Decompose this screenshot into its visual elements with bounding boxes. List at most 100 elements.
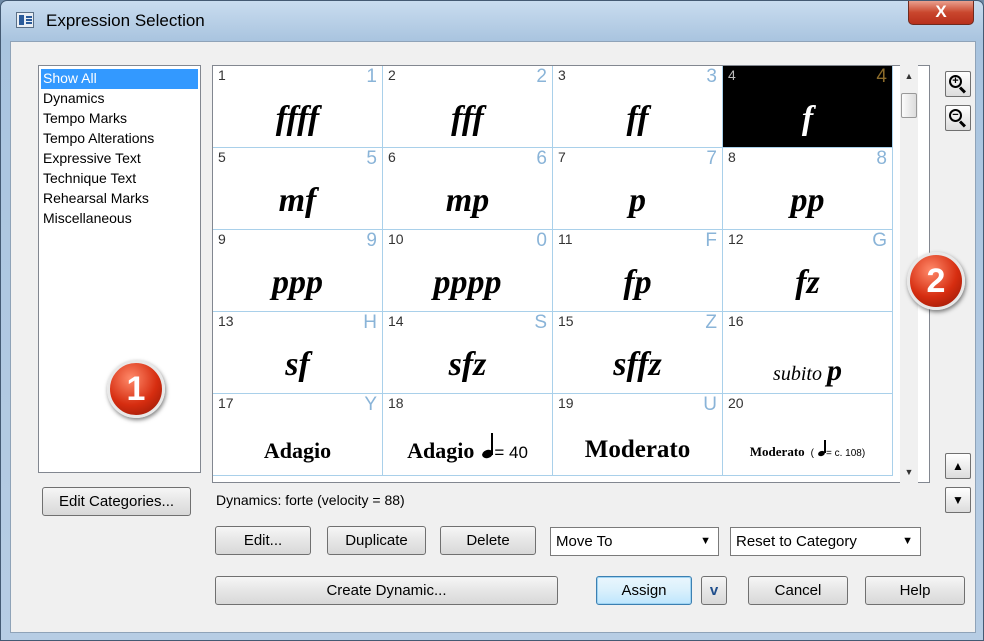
expression-cell[interactable]: 10 0 pppp — [383, 230, 553, 312]
cell-number: 14 — [388, 313, 404, 329]
expression-mark: Adagio — [213, 438, 382, 464]
help-button[interactable]: Help — [865, 576, 965, 605]
cell-shortcut-key: F — [705, 230, 717, 251]
category-item[interactable]: Tempo Marks — [41, 109, 198, 129]
cell-number: 4 — [728, 67, 736, 83]
cancel-button[interactable]: Cancel — [748, 576, 848, 605]
expression-grid[interactable]: 1 1 ffff 2 2 fff 3 3 ff 4 4 f 5 5 mf 6 6 mp 7 7 p 8 8 pp 9 9 ppp 10… — [212, 65, 930, 483]
zoom-out-icon: − — [949, 109, 967, 128]
tempo-text: Adagio — [407, 438, 475, 463]
category-item[interactable]: Tempo Alterations — [41, 129, 198, 149]
edit-button[interactable]: Edit... — [215, 526, 311, 555]
assign-button[interactable]: Assign — [596, 576, 692, 605]
tempo-text: Moderato — [584, 436, 691, 463]
tempo-text: Adagio — [263, 438, 332, 463]
status-text: Dynamics: forte (velocity = 88) — [216, 492, 405, 508]
quarter-note-icon — [818, 440, 826, 456]
move-to-select[interactable]: Move To ▼ — [550, 527, 719, 556]
expression-cell[interactable]: 4 4 f — [723, 66, 893, 148]
tempo-value: = 40 — [494, 443, 528, 462]
cell-shortcut-key: 1 — [366, 66, 377, 87]
cell-number: 3 — [558, 67, 566, 83]
expression-cell[interactable]: 13 Hsf — [213, 312, 383, 394]
cell-number: 7 — [558, 149, 566, 165]
expression-cell[interactable]: 15 Zsffz — [553, 312, 723, 394]
tempo-text: Moderato — [749, 444, 805, 459]
expression-cell[interactable]: 12 Gfz — [723, 230, 893, 312]
expression-cell[interactable]: 11 Ffp — [553, 230, 723, 312]
scroll-thumb[interactable] — [901, 93, 917, 118]
triangle-down-icon: ▼ — [952, 493, 964, 507]
expression-mark: fp — [623, 264, 652, 301]
expression-mark: f — [801, 100, 814, 137]
expression-cell[interactable]: 3 3 ff — [553, 66, 723, 148]
zoom-in-button[interactable]: + — [945, 71, 971, 97]
create-dynamic-button[interactable]: Create Dynamic... — [215, 576, 558, 605]
mark-prefix: subito — [773, 363, 822, 385]
cell-number: 19 — [558, 395, 574, 411]
title-bar[interactable]: Expression Selection X — [1, 1, 983, 41]
expression-mark: Adagio = 40 — [383, 433, 552, 464]
cell-number: 17 — [218, 395, 234, 411]
cell-number: 16 — [728, 313, 744, 329]
move-up-button[interactable]: ▲ — [945, 453, 971, 479]
tempo-paren: ( — [810, 448, 814, 459]
cell-number: 13 — [218, 313, 234, 329]
cell-shortcut-key: H — [363, 312, 377, 333]
edit-categories-button[interactable]: Edit Categories... — [42, 487, 191, 516]
expression-cell[interactable]: 17 Y Adagio — [213, 394, 383, 476]
expression-cell[interactable]: 16 subito p — [723, 312, 893, 394]
expression-cell[interactable]: 2 2 fff — [383, 66, 553, 148]
duplicate-button[interactable]: Duplicate — [327, 526, 426, 555]
cell-shortcut-key: Y — [364, 394, 377, 415]
expression-mark: sffz — [613, 346, 662, 383]
expression-cell[interactable]: 5 5 mf — [213, 148, 383, 230]
expression-cell[interactable]: 19 U Moderato — [553, 394, 723, 476]
category-item[interactable]: Miscellaneous — [41, 209, 198, 229]
category-item[interactable]: Rehearsal Marks — [41, 189, 198, 209]
cell-shortcut-key: U — [703, 394, 717, 415]
expression-cell[interactable]: 18 Adagio = 40 — [383, 394, 553, 476]
cell-number: 10 — [388, 231, 404, 247]
expression-mark: ppp — [272, 264, 323, 301]
expression-cell[interactable]: 9 9 ppp — [213, 230, 383, 312]
cell-number: 15 — [558, 313, 574, 329]
category-item[interactable]: Show All — [41, 69, 198, 89]
expression-cell[interactable]: 7 7 p — [553, 148, 723, 230]
reset-to-category-value: Reset to Category — [736, 533, 857, 550]
expression-mark: Moderato (= c. 108) — [723, 440, 892, 460]
cell-number: 6 — [388, 149, 396, 165]
scroll-down-arrow-icon[interactable]: ▼ — [900, 463, 918, 481]
assign-options-button[interactable]: v — [701, 576, 727, 605]
zoom-out-button[interactable]: − — [945, 105, 971, 131]
cell-shortcut-key: G — [872, 230, 887, 251]
expression-cell[interactable]: 14 Ssfz — [383, 312, 553, 394]
cell-shortcut-key: 4 — [876, 66, 887, 87]
callout-badge-1: 1 — [107, 360, 165, 418]
cell-number: 12 — [728, 231, 744, 247]
expression-mark: subito p — [723, 354, 892, 388]
reset-to-category-select[interactable]: Reset to Category ▼ — [730, 527, 921, 556]
triangle-up-icon: ▲ — [952, 459, 964, 473]
expression-cell[interactable]: 8 8 pp — [723, 148, 893, 230]
delete-button[interactable]: Delete — [440, 526, 536, 555]
close-button[interactable]: X — [908, 1, 974, 25]
expression-mark: mf — [278, 182, 317, 219]
category-item[interactable]: Technique Text — [41, 169, 198, 189]
expression-cell[interactable]: 20 Moderato (= c. 108) — [723, 394, 893, 476]
category-item[interactable]: Expressive Text — [41, 149, 198, 169]
expression-cell[interactable]: 6 6 mp — [383, 148, 553, 230]
mark-dynamic: p — [826, 354, 842, 387]
cell-shortcut-key: 8 — [876, 148, 887, 169]
cell-number: 5 — [218, 149, 226, 165]
expression-cell[interactable]: 1 1 ffff — [213, 66, 383, 148]
cell-shortcut-key: 9 — [366, 230, 377, 251]
dropdown-arrow-icon: ▼ — [700, 535, 711, 547]
expression-mark: Moderato — [553, 436, 722, 464]
app-icon — [16, 12, 34, 28]
cell-shortcut-key: 7 — [706, 148, 717, 169]
scroll-up-arrow-icon[interactable]: ▲ — [900, 67, 918, 85]
move-down-button[interactable]: ▼ — [945, 487, 971, 513]
category-item[interactable]: Dynamics — [41, 89, 198, 109]
expression-mark: pp — [790, 182, 825, 219]
